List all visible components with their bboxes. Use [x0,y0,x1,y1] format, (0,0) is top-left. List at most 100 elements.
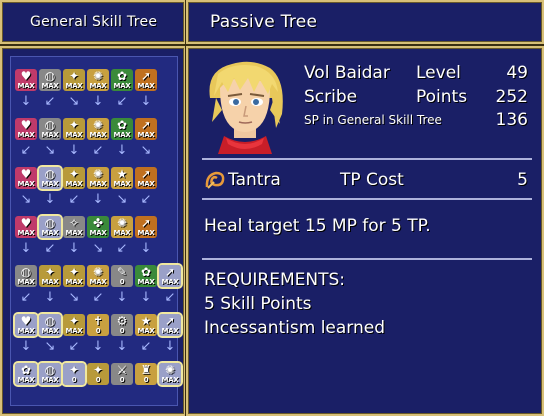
skill-node[interactable]: ✺ MAX [87,118,109,140]
skill-node[interactable]: ✺ MAX [111,216,133,238]
tab-passive-tree[interactable]: Passive Tree [186,0,544,44]
skill-node-rank: MAX [137,82,155,90]
skill-node[interactable]: ✦ MAX [63,265,85,287]
skill-node[interactable]: ♥ MAX [15,69,37,91]
tree-arrow-icon: ↘ [44,339,56,354]
skill-node-rank: MAX [89,229,107,237]
tree-arrow-icon: ↓ [116,339,128,354]
tab-general-skill-tree[interactable]: General Skill Tree [0,0,186,44]
actor-class: Scribe [304,87,358,107]
skill-node[interactable]: ✿ MAX [111,69,133,91]
skill-node[interactable]: ◍ MAX [37,361,63,387]
skill-node[interactable]: ✿ MAX [13,361,39,387]
skill-node[interactable]: ✿ MAX [135,265,157,287]
skill-node-rank: MAX [17,278,35,286]
skill-node-rank: MAX [137,131,155,139]
skill-node[interactable]: ➚ MAX [135,118,157,140]
skill-node-icon: ✦ [44,265,56,279]
skill-node[interactable]: ♜ 0 [135,363,157,385]
tree-arrow-icon: ↘ [116,192,128,207]
skill-node[interactable]: ◍ MAX [37,214,63,240]
tree-arrow-icon: ↓ [92,192,104,207]
requirement-item: 5 Skill Points [204,294,312,314]
skill-node[interactable]: ⚔ 0 [111,363,133,385]
skill-node-icon: ➚ [140,118,152,132]
skill-node[interactable]: ✝ 0 [87,314,109,336]
skill-node[interactable]: ◍ MAX [37,165,63,191]
skill-node[interactable]: ✎ 0 [111,265,133,287]
skill-node-rank: MAX [65,229,83,237]
skill-node[interactable]: ➚ MAX [157,312,183,338]
skill-node[interactable]: ✦ MAX [39,265,61,287]
skill-node-rank: MAX [41,327,59,335]
skill-node[interactable]: ✿ MAX [111,118,133,140]
skill-node[interactable]: ➚ MAX [135,216,157,238]
skill-node[interactable]: ✤ MAX [87,216,109,238]
skill-node-icon: ♥ [20,69,32,83]
skill-node[interactable]: ✦ 0 [61,361,87,387]
skill-node-icon: ♜ [140,363,152,377]
skill-node-rank: 0 [95,327,101,335]
skill-node-icon: ✤ [92,216,104,230]
skill-node-icon: ✦ [68,363,80,377]
sp-label: SP in General Skill Tree [304,113,442,127]
tree-arrow-icon: ↓ [44,192,56,207]
tree-arrow-icon: ↘ [140,143,152,158]
skill-node-rank: MAX [113,229,131,237]
skill-node[interactable]: ✺ MAX [87,265,109,287]
skill-node[interactable]: ♥ MAX [13,312,39,338]
skill-node-icon: ◍ [44,216,56,230]
skill-node[interactable]: ♥ MAX [15,216,37,238]
tree-arrow-icon: ↓ [20,94,32,109]
skill-node[interactable]: ✺ MAX [87,69,109,91]
skill-node-icon: ◍ [44,314,56,328]
skill-node[interactable]: ✧ MAX [63,216,85,238]
skill-grid-window: ♥ MAX ◍ MAX ✦ MAX ✺ MAX ✿ MAX ➚ MAX ↓ ↙ ↘ ↓ ↙ ↓ ♥ MAX ◍ MAX ✦ M… [0,46,186,416]
skill-node[interactable]: ◍ MAX [37,312,63,338]
skill-node-icon: ♥ [20,216,32,230]
skill-node-icon: ➚ [140,216,152,230]
skill-node-icon: ✦ [68,118,80,132]
tree-arrow-icon: ↓ [140,290,152,305]
skill-node[interactable]: ✦ 0 [87,363,109,385]
skill-node[interactable]: ◍ MAX [39,69,61,91]
skill-node-rank: MAX [65,82,83,90]
skill-node[interactable]: ◍ MAX [15,265,37,287]
skill-name: Tantra [228,170,281,190]
tree-arrow-icon: ↘ [68,290,80,305]
skill-node[interactable]: ✦ MAX [63,118,85,140]
skill-node-rank: MAX [161,327,179,335]
tree-arrow-icon: ↙ [164,290,176,305]
skill-node[interactable]: ✦ MAX [63,69,85,91]
tree-arrow-icon: ↓ [20,339,32,354]
skill-node[interactable]: ✦ MAX [63,167,85,189]
skill-node-rank: MAX [17,131,35,139]
skill-node[interactable]: ✺ MAX [87,167,109,189]
skill-node[interactable]: ◍ MAX [39,118,61,140]
skill-node[interactable]: ➚ MAX [135,69,157,91]
skill-node[interactable]: ★ MAX [111,167,133,189]
skill-node-icon: ➚ [140,167,152,181]
points-label: Points [416,87,468,107]
skill-node[interactable]: ♥ MAX [15,118,37,140]
points-value: 252 [495,87,528,107]
skill-node[interactable]: ⚙ 0 [111,314,133,336]
skill-node[interactable]: ✺ MAX [157,361,183,387]
skill-node-rank: MAX [113,180,131,188]
skill-node-icon: ✧ [68,216,80,230]
skill-node[interactable]: ➚ MAX [157,263,183,289]
skill-node-rank: MAX [41,180,59,188]
tree-arrow-icon: ↓ [20,241,32,256]
skill-node[interactable]: ✦ MAX [63,314,85,336]
skill-node-icon: ➚ [164,314,176,328]
skill-description: Heal target 15 MP for 5 TP. [204,216,431,236]
tp-cost-value: 5 [517,170,528,190]
divider [202,158,532,160]
skill-node-rank: MAX [41,82,59,90]
tree-arrow-icon: ↙ [68,339,80,354]
skill-node[interactable]: ♥ MAX [15,167,37,189]
skill-node-rank: MAX [65,180,83,188]
skill-node[interactable]: ➚ MAX [135,167,157,189]
skill-node[interactable]: ★ MAX [135,314,157,336]
skill-node-icon: ✺ [92,69,104,83]
